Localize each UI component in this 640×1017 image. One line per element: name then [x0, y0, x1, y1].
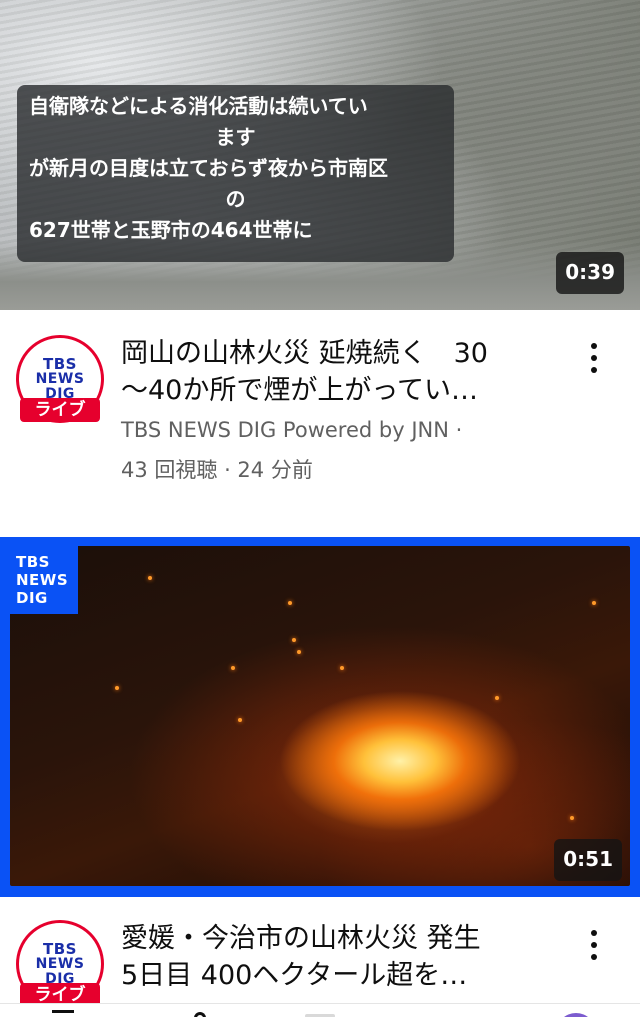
title-line: 〜40か所で煙が上がってい… — [121, 375, 479, 406]
video-duration-badge: 0:39 — [556, 252, 624, 294]
shorts-icon[interactable] — [194, 1012, 206, 1017]
caption-line: ます — [215, 125, 256, 149]
home-icon[interactable] — [52, 1010, 74, 1017]
channel-avatar[interactable]: TBS NEWS DIG ライブ — [16, 335, 104, 423]
more-vert-icon[interactable] — [588, 340, 600, 376]
ember-spark — [292, 638, 296, 642]
video-title[interactable]: 岡山の山林火災 延焼続く 30 〜40か所で煙が上がってい… — [121, 335, 561, 409]
ember-spark — [495, 696, 499, 700]
live-badge: ライブ — [20, 983, 100, 1003]
video-thumbnail-1[interactable]: 自衛隊などによる消化活動は続いてい ます が新月の目度は立ておらず夜から市南区 … — [0, 0, 640, 310]
logo-text: TBS — [43, 939, 77, 958]
channel-avatar[interactable]: TBS NEWS DIG ライブ — [16, 920, 104, 1003]
title-line: 愛媛・今治市の山林火災 発生 — [121, 923, 481, 954]
ember-spark — [115, 686, 119, 690]
video-info-row-1: TBS NEWS DIG ライブ 岡山の山林火災 延焼続く 30 〜40か所で煙… — [0, 310, 640, 536]
caption-line: が新月の目度は立ておらず夜から市南区 — [29, 156, 388, 180]
video-thumbnail-2[interactable] — [10, 546, 630, 886]
watermark-text: DIG — [16, 589, 48, 607]
ember-spark — [297, 650, 301, 654]
ember-spark — [570, 816, 574, 820]
video-info-row-2: TBS NEWS DIG ライブ 愛媛・今治市の山林火災 発生 5日目 400ヘ… — [0, 897, 640, 1003]
channel-name: TBS NEWS DIG Powered by JNN · — [121, 418, 463, 442]
ember-spark — [231, 666, 235, 670]
ember-spark — [592, 601, 596, 605]
caption-line: の — [225, 187, 246, 211]
video-duration-badge: 0:51 — [554, 839, 622, 881]
logo-text: NEWS — [35, 370, 85, 387]
account-avatar-icon[interactable] — [556, 1013, 596, 1017]
logo-text: TBS — [43, 354, 77, 373]
video-metadata: TBS NEWS DIG Powered by JNN · 43 回視聴 · 2… — [121, 410, 561, 490]
watermark-text: TBS — [16, 553, 50, 571]
caption-line: 自衛隊などによる消化活動は続いてい — [29, 94, 368, 118]
more-vert-icon[interactable] — [588, 927, 600, 963]
title-line: 5日目 400ヘクタール超を… — [121, 960, 468, 991]
channel-watermark-logo: TBS NEWS DIG — [10, 546, 78, 614]
live-badge: ライブ — [20, 398, 100, 422]
video-title[interactable]: 愛媛・今治市の山林火災 発生 5日目 400ヘクタール超を… — [121, 920, 561, 994]
ember-spark — [148, 576, 152, 580]
watermark-text: NEWS — [16, 571, 69, 589]
title-line: 岡山の山林火災 延焼続く 30 — [121, 338, 488, 369]
view-count-time: 43 回視聴 · 24 分前 — [121, 458, 313, 482]
ember-spark — [238, 718, 242, 722]
ember-spark — [288, 601, 292, 605]
ember-spark — [340, 666, 344, 670]
video-caption-overlay: 自衛隊などによる消化活動は続いてい ます が新月の目度は立ておらず夜から市南区 … — [17, 85, 454, 262]
bottom-navigation — [0, 1003, 640, 1017]
logo-text: NEWS — [35, 955, 85, 972]
caption-line: 627世帯と玉野市の464世帯に — [29, 218, 313, 242]
